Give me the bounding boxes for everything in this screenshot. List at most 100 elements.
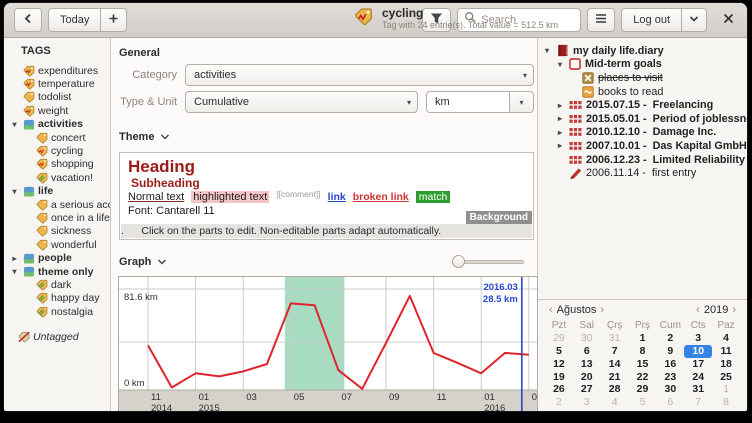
- tag-item[interactable]: ▾life: [4, 185, 110, 198]
- today-button[interactable]: Today: [48, 8, 101, 32]
- tag-item[interactable]: ▾theme only: [4, 265, 110, 278]
- type-combo[interactable]: Cumulative ▾: [185, 91, 418, 113]
- calendar-day[interactable]: 15: [629, 358, 657, 371]
- tag-item[interactable]: expenditures: [4, 64, 110, 77]
- window-close-button[interactable]: [717, 9, 739, 31]
- prev-month-button[interactable]: ‹: [545, 304, 557, 316]
- expander-open-icon[interactable]: ▾: [9, 120, 20, 129]
- tag-item[interactable]: dark: [4, 278, 110, 291]
- calendar-day-selected[interactable]: 10: [684, 345, 712, 358]
- tag-item[interactable]: todolist: [4, 91, 110, 104]
- calendar-day[interactable]: 28: [601, 383, 629, 396]
- back-button[interactable]: [14, 8, 42, 32]
- tag-item[interactable]: ▾activities: [4, 118, 110, 131]
- expander-closed-icon[interactable]: ▸: [555, 101, 565, 110]
- journal-tree-item[interactable]: ▸2007.10.01 - Das Kapital GmbH: [538, 139, 747, 153]
- category-combo[interactable]: activities ▾: [185, 64, 534, 86]
- tag-item[interactable]: concert: [4, 131, 110, 144]
- tag-item[interactable]: once in a lifeti...: [4, 211, 110, 224]
- unit-entry[interactable]: [426, 91, 510, 113]
- journal-tree-item[interactable]: books to read: [538, 85, 747, 99]
- expander-open-icon[interactable]: ▾: [555, 60, 565, 69]
- calendar-day[interactable]: 17: [684, 358, 712, 371]
- tag-item[interactable]: vacation!: [4, 171, 110, 184]
- expander-closed-icon[interactable]: ▸: [9, 254, 20, 263]
- journal-tree-item[interactable]: ▾my daily life.diary: [538, 44, 747, 58]
- calendar-day[interactable]: 7: [684, 396, 712, 409]
- next-month-button[interactable]: ›: [596, 304, 608, 316]
- calendar-day[interactable]: 12: [545, 358, 573, 371]
- menu-button[interactable]: [587, 8, 615, 32]
- slider-handle[interactable]: [452, 255, 465, 268]
- theme-highlight-sample[interactable]: highlighted text: [191, 191, 269, 203]
- theme-heading-sample[interactable]: Heading: [128, 157, 525, 176]
- calendar-day[interactable]: 3: [573, 396, 601, 409]
- calendar-day[interactable]: 5: [629, 396, 657, 409]
- theme-normal-text-sample[interactable]: Normal text: [128, 191, 184, 203]
- tag-chart[interactable]: 11201401201503050709110120160381.6 km0 k…: [118, 276, 534, 412]
- calendar-day[interactable]: 4: [601, 396, 629, 409]
- journal-tree-item[interactable]: ▸2015.05.01 - Period of joblessness and …: [538, 112, 747, 126]
- calendar-day[interactable]: 1: [712, 383, 740, 396]
- calendar-day[interactable]: 9: [656, 345, 684, 358]
- tag-item[interactable]: temperature: [4, 77, 110, 90]
- calendar-day[interactable]: 2: [545, 396, 573, 409]
- expander-chevron-icon[interactable]: [157, 253, 167, 271]
- calendar-day[interactable]: 29: [545, 332, 573, 345]
- tag-item[interactable]: cycling: [4, 144, 110, 157]
- calendar-day[interactable]: 8: [629, 345, 657, 358]
- logout-button[interactable]: Log out: [621, 8, 682, 32]
- calendar-day[interactable]: 1: [629, 332, 657, 345]
- journal-tree-item[interactable]: 2006.12.23 - Limited Reliability Co.: [538, 153, 747, 167]
- theme-preview[interactable]: Heading Subheading Normal text highlight…: [119, 152, 534, 240]
- journal-tree-item[interactable]: places to visit: [538, 71, 747, 85]
- tag-item[interactable]: sickness: [4, 225, 110, 238]
- calendar-day[interactable]: 7: [601, 345, 629, 358]
- expander-chevron-icon[interactable]: [160, 128, 170, 146]
- calendar-day[interactable]: 19: [545, 371, 573, 384]
- journal-tree-item[interactable]: ▸2010.12.10 - Damage Inc.: [538, 126, 747, 140]
- theme-subheading-sample[interactable]: Subheading: [131, 176, 525, 190]
- calendar-day[interactable]: 4: [712, 332, 740, 345]
- expander-open-icon[interactable]: ▾: [542, 46, 552, 55]
- calendar-day[interactable]: 30: [573, 332, 601, 345]
- theme-broken-link-sample[interactable]: broken link: [353, 191, 409, 203]
- calendar-day[interactable]: 30: [656, 383, 684, 396]
- calendar-day[interactable]: 2: [656, 332, 684, 345]
- tag-item[interactable]: shopping: [4, 158, 110, 171]
- calendar-day[interactable]: 22: [629, 371, 657, 384]
- journal-tree-item[interactable]: ▸2015.07.15 - Freelancing: [538, 98, 747, 112]
- tag-item[interactable]: nostalgia: [4, 305, 110, 318]
- theme-match-sample[interactable]: match: [416, 191, 451, 203]
- tag-item[interactable]: ▸people: [4, 251, 110, 264]
- logout-dropdown-button[interactable]: [682, 8, 707, 32]
- calendar-day[interactable]: 14: [601, 358, 629, 371]
- calendar-day[interactable]: 23: [656, 371, 684, 384]
- calendar-day[interactable]: 31: [601, 332, 629, 345]
- journal-tree-item[interactable]: ▾Mid-term goals: [538, 58, 747, 72]
- tag-item[interactable]: a serious acco...: [4, 198, 110, 211]
- unit-dropdown-button[interactable]: ▾: [510, 91, 534, 113]
- calendar-day[interactable]: 24: [684, 371, 712, 384]
- calendar-day[interactable]: 25: [712, 371, 740, 384]
- calendar-day[interactable]: 3: [684, 332, 712, 345]
- prev-year-button[interactable]: ‹: [692, 304, 704, 316]
- journal-tree-item[interactable]: 2006.11.14 - first entry: [538, 166, 747, 180]
- calendar-day[interactable]: 29: [629, 383, 657, 396]
- next-year-button[interactable]: ›: [728, 304, 740, 316]
- calendar-day[interactable]: 27: [573, 383, 601, 396]
- expander-closed-icon[interactable]: ▸: [555, 114, 565, 123]
- calendar-day[interactable]: 18: [712, 358, 740, 371]
- calendar-day[interactable]: 6: [656, 396, 684, 409]
- calendar-day[interactable]: 11: [712, 345, 740, 358]
- theme-background-chip[interactable]: Background: [466, 211, 532, 224]
- line-chart[interactable]: 11201401201503050709110120160381.6 km0 k…: [118, 276, 538, 412]
- tag-item[interactable]: happy day: [4, 292, 110, 305]
- calendar-day[interactable]: 21: [601, 371, 629, 384]
- expander-closed-icon[interactable]: ▸: [555, 141, 565, 150]
- calendar-day[interactable]: 6: [573, 345, 601, 358]
- calendar-day[interactable]: 5: [545, 345, 573, 358]
- expander-open-icon[interactable]: ▾: [9, 267, 20, 276]
- calendar-day[interactable]: 31: [684, 383, 712, 396]
- theme-link-sample[interactable]: link: [328, 191, 346, 203]
